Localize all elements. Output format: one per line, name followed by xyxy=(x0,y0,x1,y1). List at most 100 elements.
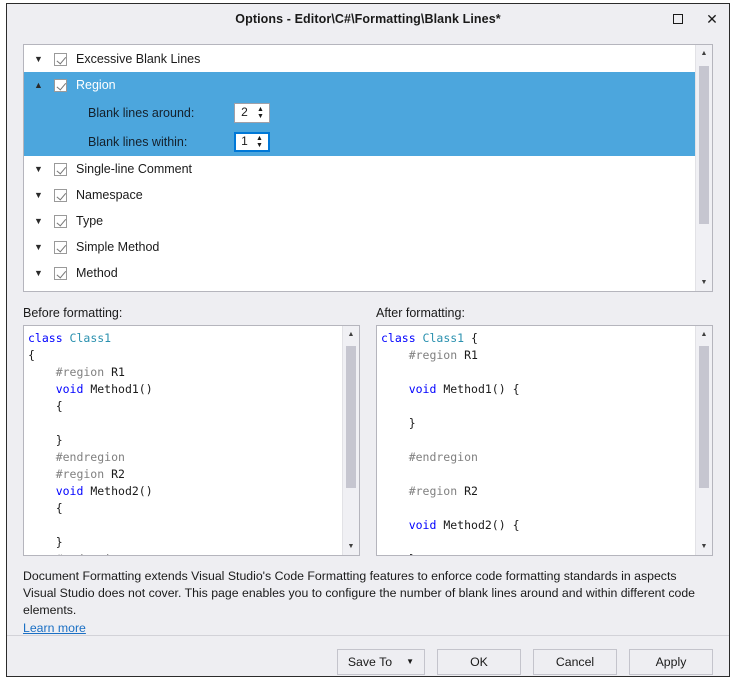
scroll-down-icon[interactable]: ▼ xyxy=(696,538,712,555)
save-to-label: Save To xyxy=(347,654,393,669)
after-formatting-box: class Class1 { #region R1 void Method1()… xyxy=(376,325,713,556)
tree-item-namespace[interactable]: ▼ Namespace xyxy=(24,182,695,208)
checkbox-method[interactable] xyxy=(54,266,67,280)
blank-lines-around-stepper[interactable]: 2 ▲ ▼ xyxy=(234,102,270,123)
tree-item-type[interactable]: ▼ Type xyxy=(24,208,695,234)
before-scrollbar-track[interactable] xyxy=(343,343,359,538)
option-blank-lines-within: Blank lines within: 1 ▲ ▼ xyxy=(24,127,695,156)
code-token: void xyxy=(55,484,91,498)
code-token: { xyxy=(464,331,478,345)
chevron-down-icon[interactable]: ▼ xyxy=(32,54,54,64)
tree-scrollbar-track[interactable] xyxy=(696,62,712,274)
stepper-value[interactable]: 1 xyxy=(236,134,253,150)
after-formatting-code: class Class1 { #region R1 void Method1()… xyxy=(377,326,695,555)
title-bar-buttons: ✕ xyxy=(661,4,729,34)
before-formatting-code: class Class1{ #region R1 void Method1() … xyxy=(24,326,342,555)
scroll-up-icon[interactable]: ▲ xyxy=(696,326,712,343)
code-line: #region R2 xyxy=(28,466,342,483)
stepper-arrows[interactable]: ▲ ▼ xyxy=(253,134,268,150)
tree-scrollbar-thumb[interactable] xyxy=(699,66,709,224)
close-button[interactable]: ✕ xyxy=(695,4,729,34)
checkbox-single-line-comment[interactable] xyxy=(54,162,67,176)
code-token: } xyxy=(381,416,416,430)
code-line: } xyxy=(28,432,342,449)
blank-lines-within-stepper[interactable]: 1 ▲ ▼ xyxy=(234,131,270,152)
code-line: } xyxy=(28,534,342,551)
tree-item-method[interactable]: ▼ Method xyxy=(24,260,695,286)
after-formatting-pane: After formatting: class Class1 { #region… xyxy=(376,306,713,556)
after-scrollbar-track[interactable] xyxy=(696,343,712,538)
code-line: #region R1 xyxy=(381,347,695,364)
after-scrollbar-thumb[interactable] xyxy=(699,346,709,488)
scroll-up-icon[interactable]: ▲ xyxy=(696,45,712,62)
scroll-down-icon[interactable]: ▼ xyxy=(343,538,359,555)
option-blank-lines-around: Blank lines around: 2 ▲ ▼ xyxy=(24,98,695,127)
tree-item-label: Type xyxy=(76,214,104,228)
cancel-button[interactable]: Cancel xyxy=(533,648,617,675)
chevron-up-icon[interactable]: ▲ xyxy=(32,80,54,90)
code-token: #endregion xyxy=(28,552,125,555)
tree-item-region[interactable]: ▲ Region xyxy=(24,72,695,98)
tree-scrollbar[interactable]: ▲ ▼ xyxy=(695,45,712,291)
checkbox-type[interactable] xyxy=(54,214,67,228)
code-line: #endregion xyxy=(28,449,342,466)
stepper-down-icon[interactable]: ▼ xyxy=(256,142,263,149)
code-token: } xyxy=(28,433,63,447)
chevron-down-icon[interactable]: ▼ xyxy=(32,164,54,174)
code-token: #region xyxy=(381,348,465,362)
code-token: Method1() xyxy=(90,382,153,396)
before-scrollbar-thumb[interactable] xyxy=(346,346,356,488)
learn-more-link[interactable]: Learn more xyxy=(23,621,713,635)
code-token: void xyxy=(408,382,444,396)
chevron-down-icon: ▼ xyxy=(406,656,414,666)
code-token: R1 xyxy=(111,365,125,379)
maximize-button[interactable] xyxy=(661,4,695,34)
apply-button[interactable]: Apply xyxy=(629,648,713,675)
stepper-up-icon[interactable]: ▲ xyxy=(257,106,264,113)
scroll-down-icon[interactable]: ▼ xyxy=(696,274,712,291)
code-token: void xyxy=(408,518,444,532)
code-token: #endregion xyxy=(28,450,125,464)
chevron-down-icon[interactable]: ▼ xyxy=(32,190,54,200)
tree-item-single-line-comment[interactable]: ▼ Single-line Comment xyxy=(24,156,695,182)
code-token: R1 xyxy=(464,348,478,362)
code-line: { xyxy=(28,347,342,364)
chevron-down-icon[interactable]: ▼ xyxy=(32,216,54,226)
chevron-down-icon[interactable]: ▼ xyxy=(32,268,54,278)
after-code-scrollbar[interactable]: ▲ ▼ xyxy=(695,326,712,555)
code-line: class Class1 xyxy=(28,330,342,347)
before-code-scrollbar[interactable]: ▲ ▼ xyxy=(342,326,359,555)
code-token: } xyxy=(28,535,63,549)
tree-item-simple-method[interactable]: ▼ Simple Method xyxy=(24,234,695,260)
stepper-value[interactable]: 2 xyxy=(235,104,254,122)
tree-item-label: Excessive Blank Lines xyxy=(76,52,201,66)
save-to-button[interactable]: Save To ▼ xyxy=(336,648,425,675)
code-token: { xyxy=(28,399,63,413)
code-token: R2 xyxy=(464,484,478,498)
after-formatting-label: After formatting: xyxy=(376,306,465,320)
code-token: #region xyxy=(381,484,465,498)
tree-item-excessive-blank-lines[interactable]: ▼ Excessive Blank Lines xyxy=(24,46,695,72)
dialog-footer: Save To ▼ OK Cancel Apply xyxy=(7,635,729,687)
code-line: class Class1 { xyxy=(381,330,695,347)
ok-button[interactable]: OK xyxy=(437,648,521,675)
code-token: #region xyxy=(28,365,112,379)
checkbox-namespace[interactable] xyxy=(54,188,67,202)
checkbox-excessive-blank-lines[interactable] xyxy=(54,52,67,66)
stepper-down-icon[interactable]: ▼ xyxy=(257,113,264,120)
window-title: Options - Editor\C#\Formatting\Blank Lin… xyxy=(235,12,501,26)
code-token: #endregion xyxy=(381,450,478,464)
checkbox-simple-method[interactable] xyxy=(54,240,67,254)
stepper-arrows[interactable]: ▲ ▼ xyxy=(254,104,269,122)
checkbox-region[interactable] xyxy=(54,78,67,92)
stepper-up-icon[interactable]: ▲ xyxy=(256,135,263,142)
scroll-up-icon[interactable]: ▲ xyxy=(343,326,359,343)
chevron-down-icon[interactable]: ▼ xyxy=(32,242,54,252)
code-line: void Method1() xyxy=(28,381,342,398)
